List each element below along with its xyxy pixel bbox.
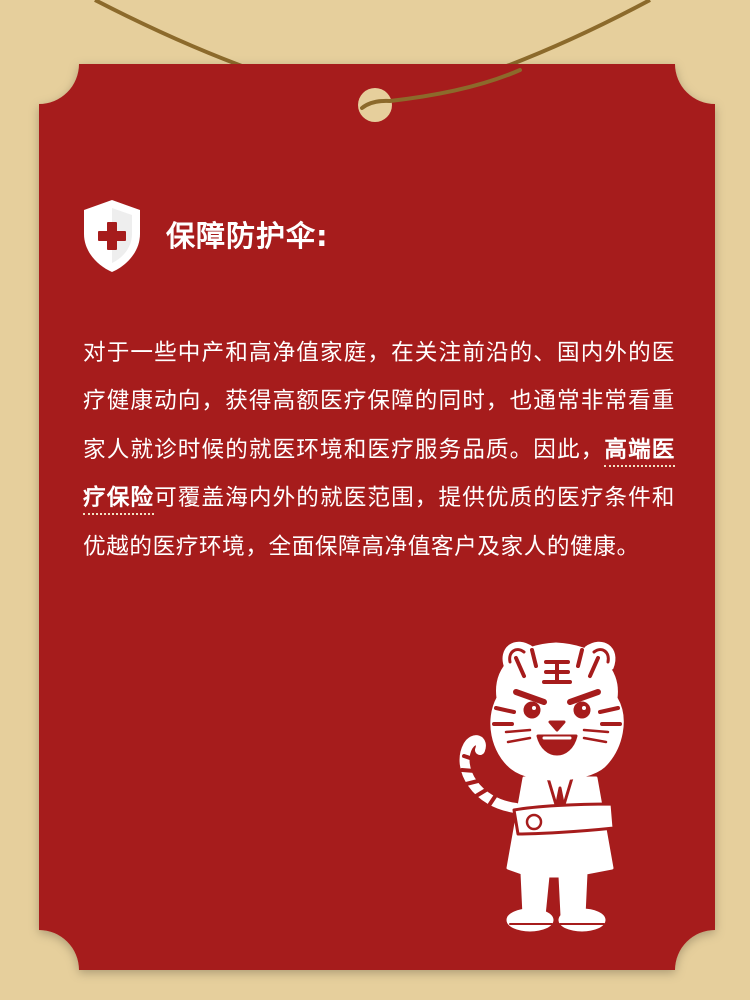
- paragraph-before: 对于一些中产和高净值家庭，在关注前沿的、国内外的医疗健康动向，获得高额医疗保障的…: [83, 339, 675, 463]
- tiger-shoe-left: [506, 908, 554, 932]
- tiger-shoe-right: [558, 908, 606, 932]
- paragraph-after: 可覆盖海内外的就医范围，提供优质的医疗条件和优越的医疗环境，全面保障高净值客户及…: [83, 485, 675, 560]
- tiger-in-suit-illustration: [459, 641, 624, 932]
- section-heading: 保障防护伞:: [80, 198, 329, 274]
- shield-cross-icon: [84, 200, 140, 272]
- body-paragraph: 对于一些中产和高净值家庭，在关注前沿的、国内外的医疗健康动向，获得高额医疗保障的…: [83, 329, 675, 572]
- tag-card-page: 保障防护伞: 对于一些中产和高净值家庭，在关注前沿的、国内外的医疗健康动向，获得…: [0, 0, 750, 1000]
- tiger-eye-right: [573, 701, 591, 719]
- section-title: 保障防护伞:: [166, 219, 329, 253]
- tiger-eye-left: [523, 701, 541, 719]
